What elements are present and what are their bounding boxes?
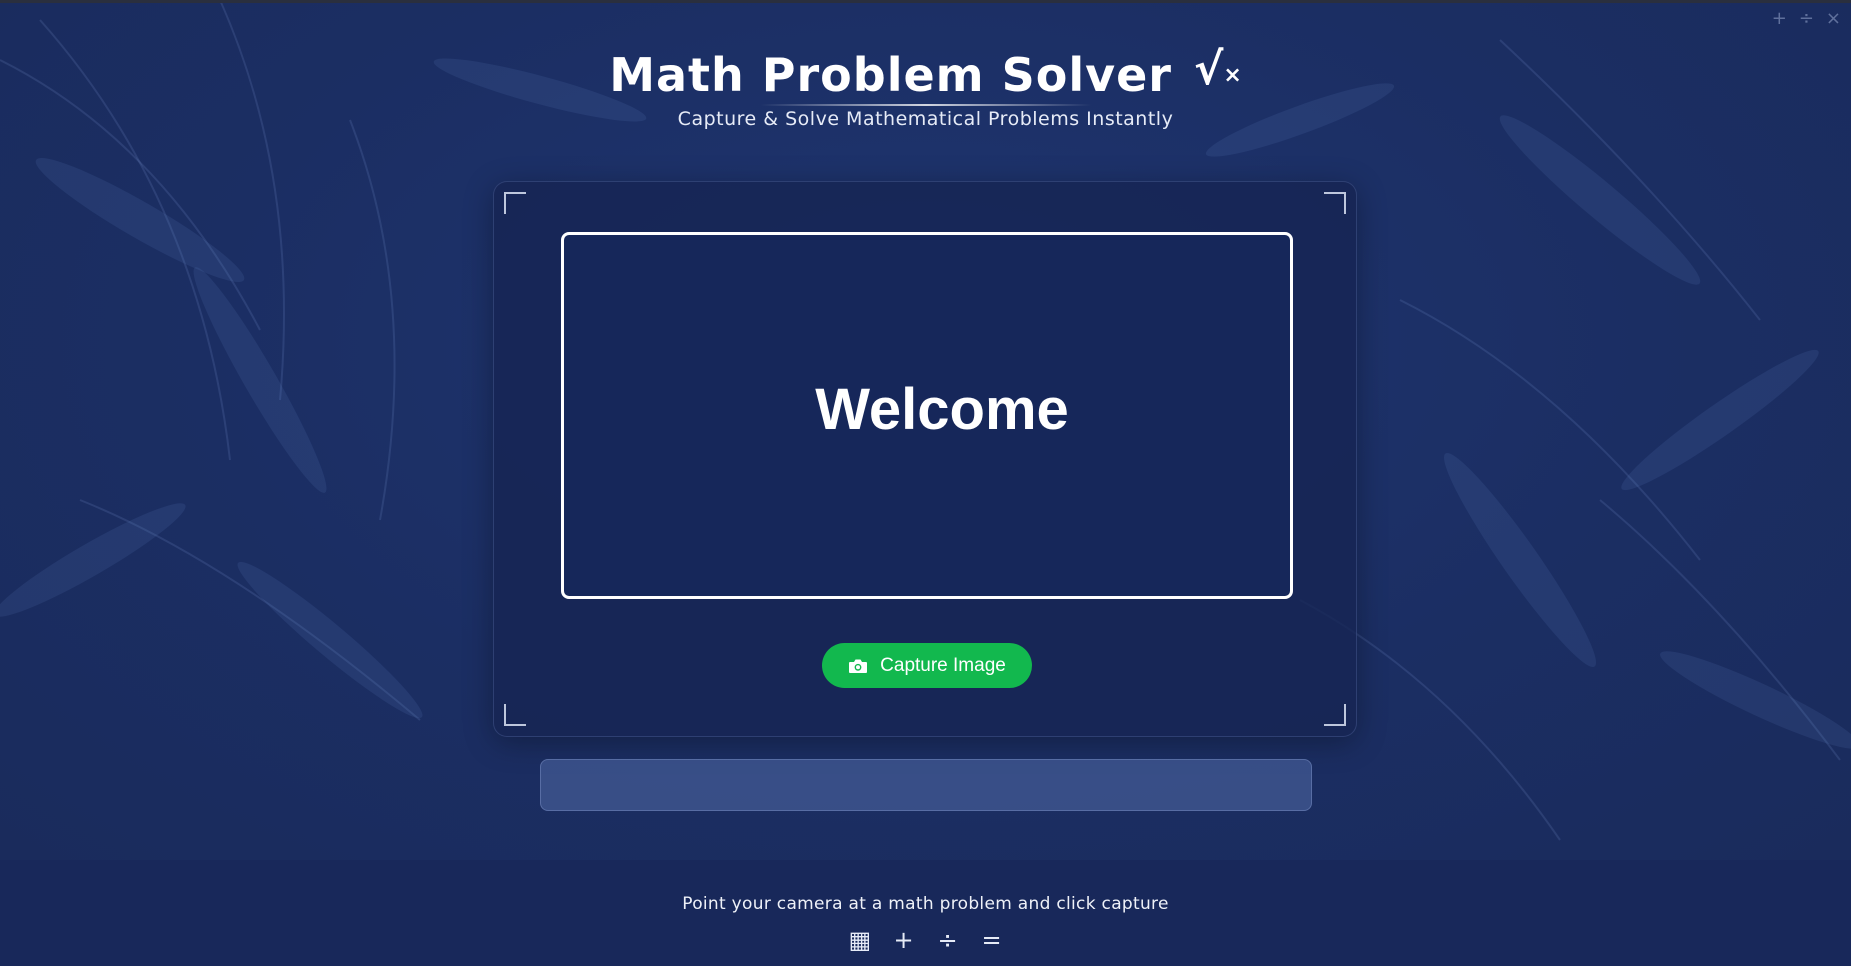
footer-instruction: Point your camera at a math problem and …: [682, 894, 1169, 914]
corner-bracket-top-left: [504, 192, 526, 214]
footer-icons: ▦ + ÷ =: [0, 926, 1851, 954]
equals-icon: =: [981, 926, 1002, 954]
capture-image-button[interactable]: Capture Image: [822, 643, 1032, 688]
welcome-text: Welcome: [815, 377, 1069, 442]
capture-button-label: Capture Image: [880, 654, 1006, 676]
plus-icon: +: [893, 926, 914, 954]
window-top-strip: [0, 0, 1851, 3]
app-header: Math Problem Solver √× Capture & Solve M…: [0, 44, 1851, 131]
footer: Point your camera at a math problem and …: [0, 860, 1851, 966]
close-icon[interactable]: ×: [1826, 8, 1841, 29]
divide-window-icon[interactable]: ÷: [1799, 8, 1814, 29]
app-title: Math Problem Solver: [609, 48, 1172, 102]
corner-bracket-top-right: [1324, 192, 1346, 214]
plus-window-icon[interactable]: +: [1772, 8, 1787, 29]
camera-card: Welcome Capture Image: [493, 181, 1357, 737]
calculator-icon: ▦: [848, 926, 872, 954]
corner-bracket-bottom-left: [504, 704, 526, 726]
divide-icon: ÷: [937, 926, 958, 954]
sqrt-x-icon: √×: [1193, 43, 1242, 95]
camera-viewport: Welcome: [561, 232, 1293, 599]
corner-bracket-bottom-right: [1324, 704, 1346, 726]
camera-icon: [849, 659, 868, 673]
app-subtitle: Capture & Solve Mathematical Problems In…: [677, 108, 1174, 130]
window-controls: + ÷ ×: [1772, 8, 1841, 29]
title-row: Math Problem Solver √×: [609, 44, 1242, 103]
title-underline: [760, 104, 1091, 106]
result-display: [540, 759, 1312, 811]
